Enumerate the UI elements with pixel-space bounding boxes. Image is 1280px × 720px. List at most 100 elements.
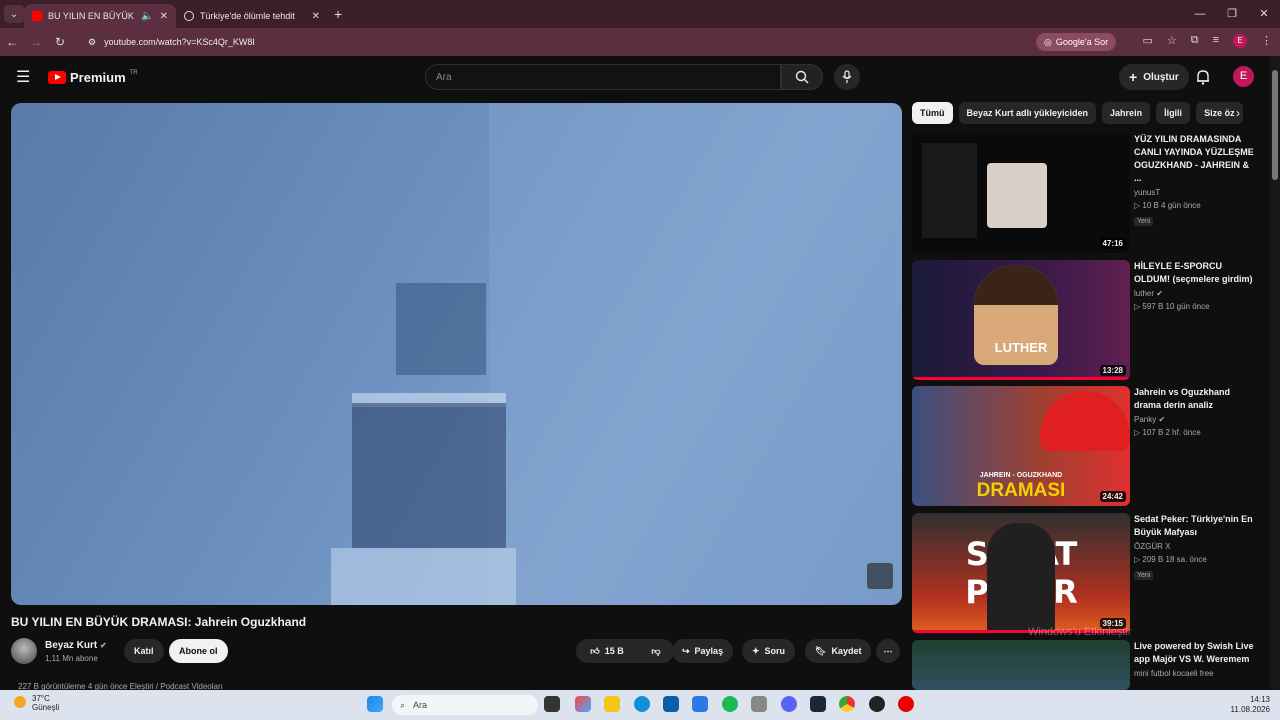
windows-start-icon[interactable] xyxy=(367,696,383,712)
channel-name[interactable]: Beyaz Kurt ✔ xyxy=(45,640,107,651)
taskbar-search-label: Ara xyxy=(413,700,428,710)
close-window-icon[interactable]: ✕ xyxy=(1248,0,1280,28)
chevron-right-icon[interactable]: › xyxy=(1236,106,1240,120)
recommendation-channel[interactable]: Panky ✔ xyxy=(1134,415,1258,424)
voice-search-button[interactable] xyxy=(834,64,860,90)
file-explorer-icon[interactable] xyxy=(604,696,620,712)
weather-widget[interactable]: 37°C Güneşli xyxy=(32,694,59,712)
outlook-icon[interactable] xyxy=(692,696,708,712)
ask-google-label: Google'a Sor xyxy=(1055,37,1109,47)
thumbnail-cartoon-hair xyxy=(974,265,1058,305)
channel-avatar[interactable] xyxy=(11,638,37,664)
video-thumbnail[interactable] xyxy=(912,640,1130,690)
site-info-icon[interactable]: ⚙ xyxy=(88,37,96,48)
chip-related[interactable]: İlgili xyxy=(1156,102,1191,124)
chip-jahrein[interactable]: Jahrein xyxy=(1102,102,1151,124)
chip-all[interactable]: Tümü xyxy=(912,102,953,124)
youtube-play-icon xyxy=(48,70,66,84)
recommendation-info: Jahrein vs Oguzkhand drama derin analiz … xyxy=(1134,386,1258,437)
new-tab-icon[interactable]: + xyxy=(334,6,342,22)
recommendation-channel[interactable]: luther ✔ xyxy=(1134,289,1258,298)
recommendation-item[interactable]: Live powered by Swish Live app Majör VS … xyxy=(912,640,1262,690)
store-icon[interactable] xyxy=(663,696,679,712)
share-button[interactable]: ↪ Paylaş xyxy=(672,639,734,663)
recommendation-title[interactable]: Jahrein vs Oguzkhand drama derin analiz xyxy=(1134,386,1258,412)
verified-icon: ✔ xyxy=(1158,415,1166,424)
thumbnail-sidebar xyxy=(922,143,977,238)
recommendation-title[interactable]: HİLEYLE E-SPORCU OLDUM! (seçmelere girdi… xyxy=(1134,260,1258,286)
url-field[interactable]: ⚙ youtube.com/watch?v=KSc4Qr_KW8I xyxy=(78,31,1016,53)
minimize-icon[interactable]: — xyxy=(1184,0,1216,28)
join-button[interactable]: Katıl xyxy=(124,639,164,663)
recommendation-channel[interactable]: mini futbol kocaeli free xyxy=(1134,669,1258,678)
account-avatar[interactable]: E xyxy=(1233,66,1254,87)
spotify-icon[interactable] xyxy=(722,696,738,712)
video-thumbnail[interactable]: JAHREIN - OGUZKHAND DRAMASI 24:42 xyxy=(912,386,1130,506)
task-view-icon[interactable] xyxy=(544,696,560,712)
forward-icon[interactable]: → xyxy=(24,35,48,49)
dislike-button[interactable]: 👎︎ xyxy=(638,639,674,663)
recommendation-channel[interactable]: yunusT xyxy=(1134,188,1258,197)
settings-gear-icon[interactable] xyxy=(751,696,767,712)
tab-title: Türkiye'de ölümle tehdit xyxy=(200,11,295,21)
youtube-premium-logo[interactable]: Premium TR xyxy=(48,70,138,85)
recommendation-title[interactable]: YÜZ YILIN DRAMASINDA CANLI YAYINDA YÜZLE… xyxy=(1134,133,1258,185)
subscribe-button[interactable]: Abone ol xyxy=(169,639,228,663)
like-button[interactable]: 👍︎ 15 B xyxy=(576,639,638,663)
weather-condition: Güneşli xyxy=(32,703,60,712)
channel-watermark-icon[interactable] xyxy=(867,563,893,589)
cast-icon[interactable]: ▭ xyxy=(1142,34,1152,48)
video-thumbnail[interactable]: SEDAT PEKER 39:15 xyxy=(912,513,1130,633)
thumbnail-person xyxy=(987,523,1055,633)
search-input[interactable]: Ara xyxy=(425,64,781,90)
weather-sun-icon[interactable] xyxy=(14,696,26,708)
discord-icon[interactable] xyxy=(781,696,797,712)
more-actions-button[interactable]: ⋯ xyxy=(876,639,900,663)
recommendation-title[interactable]: Live powered by Swish Live app Majör VS … xyxy=(1134,640,1258,666)
thumbnail-text-top: JAHREIN - OGUZKHAND xyxy=(979,472,1063,479)
scrollbar-thumb[interactable] xyxy=(1272,70,1278,180)
video-player[interactable] xyxy=(11,103,902,605)
close-tab-icon[interactable]: ✕ xyxy=(312,11,320,22)
create-label: Oluştur xyxy=(1143,71,1179,83)
browser-menu-icon[interactable]: ⋮ xyxy=(1261,34,1272,48)
taskbar-search[interactable]: ⌕ Ara xyxy=(392,695,538,715)
ask-google-button[interactable]: ◎ Google'a Sor xyxy=(1036,33,1117,51)
ask-button[interactable]: ✦ Soru xyxy=(742,639,796,663)
search-button[interactable] xyxy=(781,64,823,90)
video-frame-region xyxy=(489,103,902,605)
recommendation-title[interactable]: Sedat Peker: Türkiye'nin En Büyük Mafyas… xyxy=(1134,513,1258,539)
browser-tab[interactable]: Türkiye'de ölümle tehdit ✕ xyxy=(176,4,328,28)
steam-icon[interactable] xyxy=(810,696,826,712)
clock-time: 14:13 xyxy=(1249,695,1270,704)
reading-list-icon[interactable]: ≡ xyxy=(1213,34,1219,48)
close-tab-icon[interactable]: ✕ xyxy=(160,11,168,22)
search-icon: ⌕ xyxy=(400,699,406,710)
save-button[interactable]: 🔖︎ Kaydet xyxy=(805,639,872,663)
video-thumbnail[interactable]: LUTHER 13:28 xyxy=(912,260,1130,380)
tab-list-button[interactable]: ⌄ xyxy=(4,5,24,23)
hamburger-menu-icon[interactable]: ☰ xyxy=(16,67,36,87)
notifications-bell-icon[interactable] xyxy=(1196,69,1210,85)
back-icon[interactable]: ← xyxy=(0,35,24,49)
video-thumbnail[interactable]: 47:16 xyxy=(912,133,1130,253)
reload-icon[interactable]: ↻ xyxy=(48,35,72,49)
create-button[interactable]: + Oluştur xyxy=(1119,64,1189,90)
copilot-icon[interactable] xyxy=(575,696,591,712)
maximize-icon[interactable]: ❐ xyxy=(1216,0,1248,28)
audio-icon[interactable]: 🔈 xyxy=(141,11,153,22)
edge-browser-icon[interactable] xyxy=(634,696,650,712)
chip-from-uploader[interactable]: Beyaz Kurt adlı yükleyiciden xyxy=(958,102,1097,124)
page-scrollbar[interactable] xyxy=(1270,56,1280,690)
record-app-icon[interactable] xyxy=(898,696,914,712)
browser-profile-avatar[interactable]: E xyxy=(1233,34,1247,48)
video-frame-region xyxy=(352,403,506,548)
system-tray-clock[interactable]: 14:13 11.08.2026 xyxy=(1231,695,1270,715)
browser-tab-active[interactable]: BU YILIN EN BÜYÜK DRAMA 🔈 ✕ xyxy=(24,4,176,28)
app-icon[interactable] xyxy=(869,696,885,712)
recommendation-channel[interactable]: ÖZGÜR X xyxy=(1134,542,1258,551)
bookmark-star-icon[interactable]: ☆ xyxy=(1167,34,1177,48)
extensions-icon[interactable]: ⧉ xyxy=(1191,34,1199,48)
more-horizontal-icon: ⋯ xyxy=(883,645,893,656)
chrome-icon[interactable] xyxy=(839,696,855,712)
